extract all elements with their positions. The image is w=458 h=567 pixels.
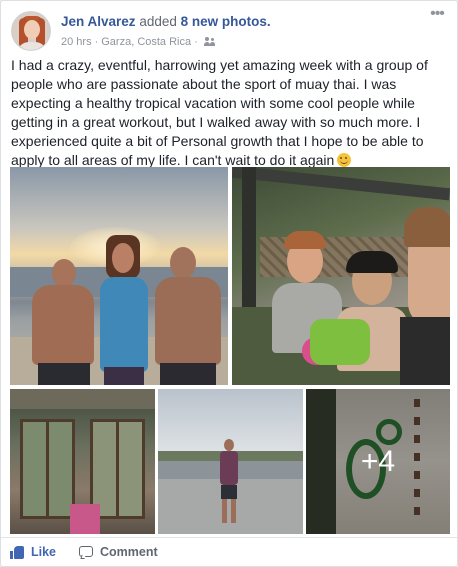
meta-separator: ·: [194, 36, 198, 48]
photos-count-link[interactable]: 8 new photos.: [181, 14, 271, 29]
meta-separator: ·: [94, 36, 99, 48]
post-action-text: added: [139, 14, 177, 29]
photo-mural-more[interactable]: +4: [306, 389, 450, 534]
post-location[interactable]: Garza, Costa Rica: [101, 35, 191, 49]
photo-post-card: Jen Alvarez added 8 new photos. 20 hrs ·…: [0, 0, 458, 567]
post-body: I had a crazy, eventful, harrowing yet a…: [11, 57, 428, 168]
comment-button[interactable]: Comment: [78, 542, 158, 562]
post-text: I had a crazy, eventful, harrowing yet a…: [11, 56, 449, 170]
thumbs-up-icon: [10, 545, 25, 560]
post-header: Jen Alvarez added 8 new photos. 20 hrs ·…: [11, 6, 449, 51]
like-label: Like: [31, 545, 57, 559]
post-meta: 20 hrs · Garza, Costa Rica ·: [61, 35, 216, 49]
photo-beach-group[interactable]: [10, 167, 228, 385]
comment-bubble-icon: [78, 545, 94, 560]
comment-label: Comment: [100, 545, 158, 559]
post-actions-bar: Like Comment: [1, 537, 457, 566]
photo-cabin-room[interactable]: [10, 389, 155, 534]
more-photos-overlay[interactable]: +4: [306, 389, 450, 534]
smiley-emoji-icon: [337, 153, 352, 167]
post-timestamp[interactable]: 20 hrs: [61, 35, 92, 49]
photo-beach-standing[interactable]: [158, 389, 303, 534]
post-title-line: Jen Alvarez added 8 new photos.: [61, 14, 271, 30]
author-avatar[interactable]: [11, 11, 51, 51]
like-button[interactable]: Like: [10, 542, 56, 562]
friends-icon[interactable]: [203, 37, 216, 47]
photo-selfie-group[interactable]: [232, 167, 450, 385]
author-name-link[interactable]: Jen Alvarez: [61, 14, 136, 29]
more-options-icon[interactable]: •••: [425, 6, 449, 25]
